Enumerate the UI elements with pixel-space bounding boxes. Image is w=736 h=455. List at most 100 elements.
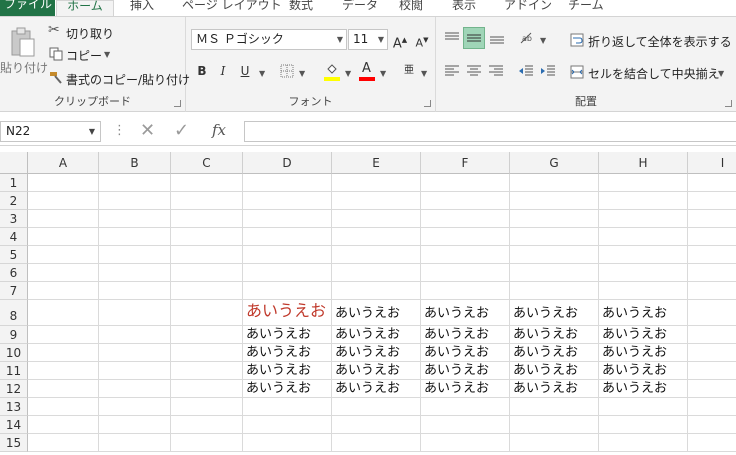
cell-h6[interactable] bbox=[599, 264, 688, 282]
cell-g12[interactable]: あいうえお bbox=[510, 380, 599, 398]
row-header-8[interactable]: 8 bbox=[0, 300, 28, 326]
cell-e10[interactable]: あいうえお bbox=[332, 344, 421, 362]
increase-indent-icon[interactable] bbox=[540, 65, 556, 77]
cell-g13[interactable] bbox=[510, 398, 599, 416]
cell-h14[interactable] bbox=[599, 416, 688, 434]
align-middle-button[interactable] bbox=[463, 27, 485, 49]
cell-b13[interactable] bbox=[99, 398, 171, 416]
cell-i15[interactable] bbox=[688, 434, 736, 452]
cell-c1[interactable] bbox=[171, 174, 243, 192]
cell-b8[interactable] bbox=[99, 300, 171, 326]
tab-home[interactable]: ホーム bbox=[56, 0, 114, 16]
row-header-9[interactable]: 9 bbox=[0, 326, 28, 344]
increase-font-size-button[interactable]: A▲ bbox=[390, 30, 410, 51]
cell-h7[interactable] bbox=[599, 282, 688, 300]
cell-e13[interactable] bbox=[332, 398, 421, 416]
cell-f7[interactable] bbox=[421, 282, 510, 300]
align-top-icon[interactable] bbox=[444, 31, 460, 45]
cell-g14[interactable] bbox=[510, 416, 599, 434]
cell-g1[interactable] bbox=[510, 174, 599, 192]
cell-f2[interactable] bbox=[421, 192, 510, 210]
cell-f11[interactable]: あいうえお bbox=[421, 362, 510, 380]
cell-b3[interactable] bbox=[99, 210, 171, 228]
cell-a9[interactable] bbox=[28, 326, 99, 344]
format-painter-button[interactable]: 書式のコピー/貼り付け bbox=[48, 69, 190, 87]
cell-h10[interactable]: あいうえお bbox=[599, 344, 688, 362]
cell-f9[interactable]: あいうえお bbox=[421, 326, 510, 344]
cell-e5[interactable] bbox=[332, 246, 421, 264]
cell-a15[interactable] bbox=[28, 434, 99, 452]
insert-function-icon[interactable]: fx bbox=[212, 121, 226, 139]
tab-data[interactable]: データ bbox=[342, 0, 378, 16]
row-header-7[interactable]: 7 bbox=[0, 282, 28, 300]
cell-e6[interactable] bbox=[332, 264, 421, 282]
enter-icon[interactable]: ✓ bbox=[174, 120, 189, 141]
row-header-3[interactable]: 3 bbox=[0, 210, 28, 228]
cell-i7[interactable] bbox=[688, 282, 736, 300]
tab-file[interactable]: ファイル bbox=[0, 0, 55, 16]
column-header-i[interactable]: I bbox=[688, 152, 736, 174]
cell-i4[interactable] bbox=[688, 228, 736, 246]
cell-c13[interactable] bbox=[171, 398, 243, 416]
cell-d6[interactable] bbox=[243, 264, 332, 282]
align-left-icon[interactable] bbox=[444, 65, 460, 77]
row-header-5[interactable]: 5 bbox=[0, 246, 28, 264]
cell-f8[interactable]: あいうえお bbox=[421, 300, 510, 326]
tab-insert[interactable]: 挿入 bbox=[130, 0, 154, 16]
cell-a11[interactable] bbox=[28, 362, 99, 380]
column-header-g[interactable]: G bbox=[510, 152, 599, 174]
column-header-c[interactable]: C bbox=[171, 152, 243, 174]
tab-view[interactable]: 表示 bbox=[452, 0, 476, 16]
cell-a7[interactable] bbox=[28, 282, 99, 300]
cell-i5[interactable] bbox=[688, 246, 736, 264]
formula-input[interactable] bbox=[244, 121, 736, 142]
cell-a10[interactable] bbox=[28, 344, 99, 362]
row-header-12[interactable]: 12 bbox=[0, 380, 28, 398]
cell-e1[interactable] bbox=[332, 174, 421, 192]
cell-a6[interactable] bbox=[28, 264, 99, 282]
cell-d7[interactable] bbox=[243, 282, 332, 300]
cell-e2[interactable] bbox=[332, 192, 421, 210]
cell-e14[interactable] bbox=[332, 416, 421, 434]
cell-c14[interactable] bbox=[171, 416, 243, 434]
font-name-combo[interactable]: ＭＳ Ｐゴシック ▼ bbox=[191, 29, 347, 50]
row-header-2[interactable]: 2 bbox=[0, 192, 28, 210]
column-header-b[interactable]: B bbox=[99, 152, 171, 174]
cell-e15[interactable] bbox=[332, 434, 421, 452]
alignment-launcher-icon[interactable] bbox=[725, 100, 732, 107]
clipboard-launcher-icon[interactable] bbox=[174, 100, 181, 107]
cut-button[interactable]: ✂ 切り取り bbox=[48, 22, 118, 41]
cell-f4[interactable] bbox=[421, 228, 510, 246]
underline-button[interactable]: U bbox=[235, 61, 255, 81]
copy-button[interactable]: コピー ▼ bbox=[48, 45, 118, 63]
more-options-icon[interactable]: ⋮ bbox=[113, 123, 126, 138]
cell-a4[interactable] bbox=[28, 228, 99, 246]
cell-i11[interactable] bbox=[688, 362, 736, 380]
row-header-6[interactable]: 6 bbox=[0, 264, 28, 282]
column-header-a[interactable]: A bbox=[28, 152, 99, 174]
select-all-corner[interactable] bbox=[0, 152, 28, 174]
decrease-font-size-button[interactable]: A▼ bbox=[412, 30, 432, 50]
cell-f15[interactable] bbox=[421, 434, 510, 452]
align-bottom-icon[interactable] bbox=[489, 31, 505, 45]
cell-d15[interactable] bbox=[243, 434, 332, 452]
row-header-10[interactable]: 10 bbox=[0, 344, 28, 362]
name-box[interactable]: N22 ▼ bbox=[0, 121, 101, 142]
cell-i10[interactable] bbox=[688, 344, 736, 362]
cell-b14[interactable] bbox=[99, 416, 171, 434]
cell-d13[interactable] bbox=[243, 398, 332, 416]
cell-c12[interactable] bbox=[171, 380, 243, 398]
cell-a13[interactable] bbox=[28, 398, 99, 416]
cell-b11[interactable] bbox=[99, 362, 171, 380]
row-header-11[interactable]: 11 bbox=[0, 362, 28, 380]
font-size-combo[interactable]: 11 ▼ bbox=[348, 29, 388, 50]
cell-d5[interactable] bbox=[243, 246, 332, 264]
decrease-indent-icon[interactable] bbox=[518, 65, 534, 77]
cell-h15[interactable] bbox=[599, 434, 688, 452]
cell-h8[interactable]: あいうえお bbox=[599, 300, 688, 326]
cell-e12[interactable]: あいうえお bbox=[332, 380, 421, 398]
cell-e7[interactable] bbox=[332, 282, 421, 300]
tab-review[interactable]: 校閲 bbox=[399, 0, 423, 16]
merge-center-button[interactable]: セルを結合して中央揃え ▼ bbox=[570, 63, 730, 81]
cell-c4[interactable] bbox=[171, 228, 243, 246]
